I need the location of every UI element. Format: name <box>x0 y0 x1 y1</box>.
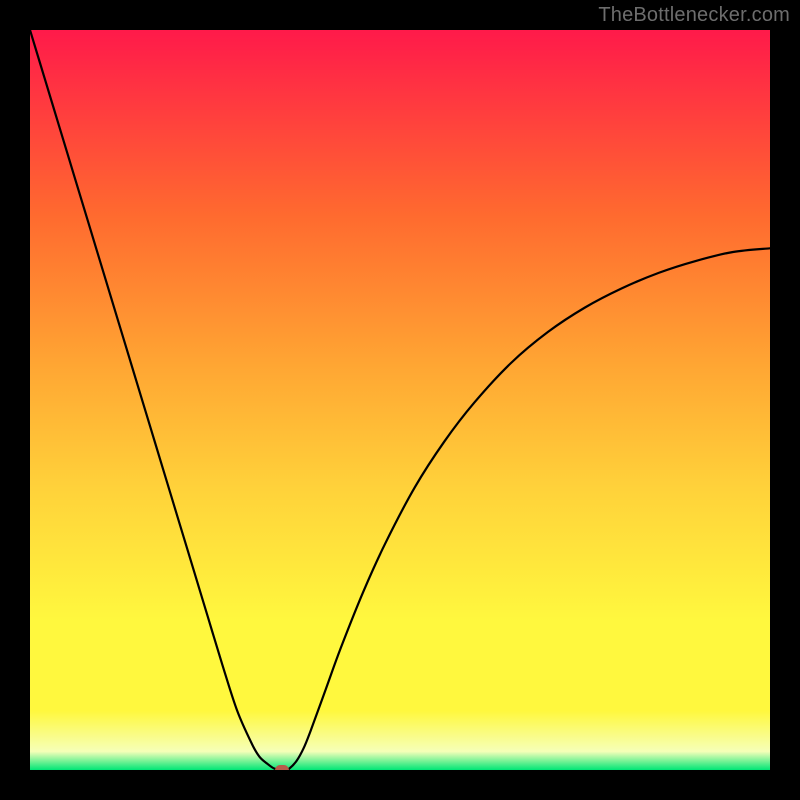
optimal-point-marker <box>275 765 289 770</box>
plot-area <box>30 30 770 770</box>
watermark-text: TheBottlenecker.com <box>598 4 790 27</box>
chart-frame: TheBottlenecker.com <box>0 0 800 800</box>
bottleneck-curve <box>30 30 770 770</box>
